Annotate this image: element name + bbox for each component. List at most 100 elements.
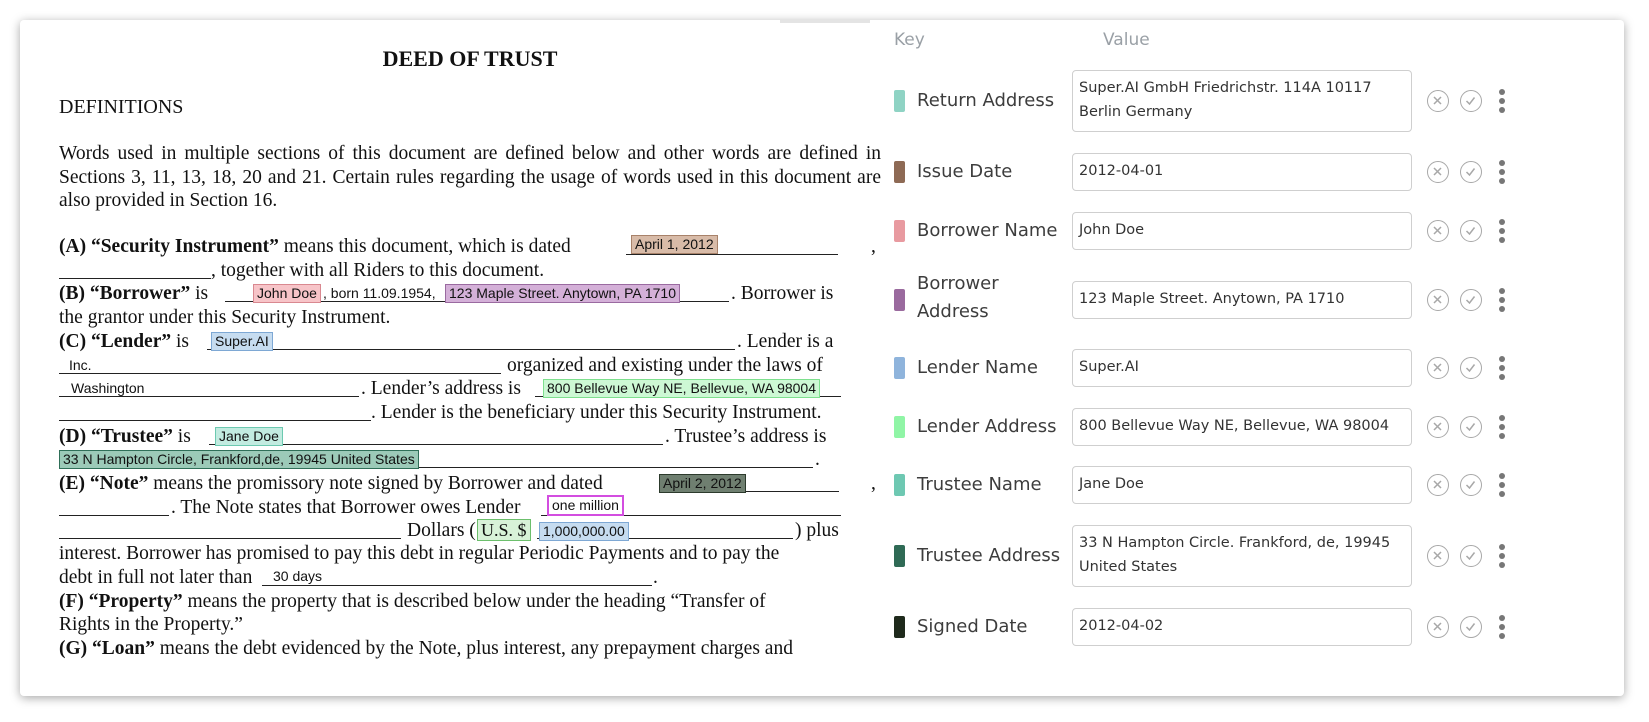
field-key-label: Issue Date — [917, 161, 1013, 182]
lender-entity-type: Inc. — [69, 357, 92, 373]
field-row-issue-date: Issue Date 2012-04-01 — [894, 153, 1614, 191]
app-window: DEED OF TRUST DEFINITIONS Words used in … — [20, 20, 1624, 696]
more-options-icon[interactable] — [1499, 473, 1505, 497]
reject-icon[interactable] — [1427, 357, 1449, 379]
clause-g-label: (G) “Loan” — [59, 638, 155, 659]
accept-icon[interactable] — [1460, 416, 1482, 438]
value-column-header: Value — [1103, 30, 1150, 50]
section-heading: DEFINITIONS — [59, 96, 184, 118]
highlight-signed-date[interactable]: April 2, 2012 — [659, 474, 746, 493]
clause-g-line1: (G) “Loan” means the debt evidenced by t… — [59, 638, 793, 659]
color-swatch — [894, 90, 905, 112]
field-value-input[interactable]: John Doe — [1072, 212, 1412, 250]
field-value-input[interactable]: 800 Bellevue Way NE, Bellevue, WA 98004 — [1072, 408, 1412, 446]
field-value-input[interactable]: 123 Maple Street. Anytown, PA 1710 — [1072, 281, 1412, 319]
clause-d-line2: 33 N Hampton Circle, Frankford,de, 19945… — [59, 448, 881, 472]
clause-c-line1: (C) “Lender” is Super.AI . Lender is a — [59, 330, 834, 352]
more-options-icon[interactable] — [1499, 544, 1505, 568]
more-options-icon[interactable] — [1499, 615, 1505, 639]
clause-c-line4: . Lender is the beneficiary under this S… — [59, 401, 881, 425]
more-options-icon[interactable] — [1499, 415, 1505, 439]
clause-c-label: (C) “Lender” — [59, 331, 172, 352]
clause-b-line2: the grantor under this Security Instrume… — [59, 307, 391, 328]
reject-icon[interactable] — [1427, 90, 1449, 112]
accept-icon[interactable] — [1460, 545, 1482, 567]
field-value-input[interactable]: 2012-04-02 — [1072, 608, 1412, 646]
field-key-label: Signed Date — [917, 616, 1028, 637]
accept-icon[interactable] — [1460, 220, 1482, 242]
accept-icon[interactable] — [1460, 90, 1482, 112]
more-options-icon[interactable] — [1499, 89, 1505, 113]
field-key-label: Trustee Name — [917, 474, 1042, 495]
reject-icon[interactable] — [1427, 220, 1449, 242]
clause-a-text: means this document, which is dated — [278, 236, 571, 257]
clause-e-line1: (E) “Note” means the promissory note sig… — [59, 473, 876, 494]
clause-f-label: (F) “Property” — [59, 591, 183, 612]
field-value-input[interactable]: 33 N Hampton Circle. Frankford, de, 1994… — [1072, 525, 1412, 587]
color-swatch — [894, 357, 905, 379]
field-key-label: Borrower Name — [917, 220, 1058, 241]
field-value-input[interactable]: Super.AI — [1072, 349, 1412, 387]
color-swatch — [894, 416, 905, 438]
accept-icon[interactable] — [1460, 289, 1482, 311]
blank-line — [59, 259, 211, 279]
more-options-icon[interactable] — [1499, 288, 1505, 312]
reject-icon[interactable] — [1427, 545, 1449, 567]
field-row-lender-address: Lender Address 800 Bellevue Way NE, Belle… — [894, 408, 1614, 446]
clause-e-line4: interest. Borrower has promised to pay t… — [59, 543, 780, 564]
highlight-borrower-address[interactable]: 123 Maple Street. Anytown, PA 1710 — [445, 284, 681, 303]
highlight-borrower-name[interactable]: John Doe — [253, 284, 321, 303]
intro-paragraph: Words used in multiple sections of this … — [59, 143, 881, 211]
clause-b-text2: . Borrower is — [731, 283, 834, 304]
field-row-borrower-name: Borrower Name John Doe — [894, 212, 1614, 250]
field-value-input[interactable]: 2012-04-01 — [1072, 153, 1412, 191]
blank-line — [59, 496, 169, 516]
field-row-trustee-name: Trustee Name Jane Doe — [894, 466, 1614, 504]
reject-icon[interactable] — [1427, 474, 1449, 496]
reject-icon[interactable] — [1427, 416, 1449, 438]
more-options-icon[interactable] — [1499, 356, 1505, 380]
lender-state: Washington — [71, 380, 145, 396]
color-swatch — [894, 545, 905, 567]
clause-a-line1: (A) “Security Instrument” means this doc… — [59, 235, 881, 259]
clause-d-line1: (D) “Trustee” is Jane Doe . Trustee’s ad… — [59, 426, 827, 447]
highlight-amount[interactable]: 1,000,000.00 — [539, 522, 629, 541]
color-swatch — [894, 616, 905, 638]
field-row-borrower-address: Borrower Address 123 Maple Street. Anytow… — [894, 270, 1614, 330]
field-key-label: Return Address — [917, 90, 1055, 111]
reject-icon[interactable] — [1427, 616, 1449, 638]
accept-icon[interactable] — [1460, 474, 1482, 496]
field-row-trustee-address: Trustee Address 33 N Hampton Circle. Fran… — [894, 525, 1614, 587]
reject-icon[interactable] — [1427, 289, 1449, 311]
highlight-amount-words[interactable]: one million — [547, 495, 624, 516]
highlight-trustee-address[interactable]: 33 N Hampton Circle, Frankford,de, 19945… — [59, 450, 419, 469]
blank-line — [207, 330, 735, 350]
key-column-header: Key — [894, 30, 925, 50]
document-title: DEED OF TRUST — [382, 46, 558, 71]
clause-c-line3: Washington . Lender’s address is 800 Bel… — [59, 377, 881, 401]
accept-icon[interactable] — [1460, 616, 1482, 638]
accept-icon[interactable] — [1460, 161, 1482, 183]
highlight-trustee-name[interactable]: Jane Doe — [215, 427, 283, 446]
reject-icon[interactable] — [1427, 161, 1449, 183]
clause-c-line2: Inc. organized and existing under the la… — [59, 354, 881, 378]
field-key-label: Lender Name — [917, 357, 1038, 378]
field-value-input[interactable]: Jane Doe — [1072, 466, 1412, 504]
highlight-currency[interactable]: U.S. $ — [477, 519, 531, 541]
accept-icon[interactable] — [1460, 357, 1482, 379]
color-swatch — [894, 161, 905, 183]
highlight-lender-address[interactable]: 800 Bellevue Way NE, Bellevue, WA 98004 — [543, 379, 821, 398]
document-page: DEED OF TRUST DEFINITIONS Words used in … — [59, 20, 881, 696]
clause-a-line2: , together with all Riders to this docum… — [59, 259, 881, 283]
more-options-icon[interactable] — [1499, 160, 1505, 184]
key-value-panel: Key Value Return Address Super.AI GmbH Fr… — [876, 20, 1624, 696]
color-swatch — [894, 474, 905, 496]
field-value-input[interactable]: Super.AI GmbH Friedrichstr. 114A 10117 B… — [1072, 70, 1412, 132]
clause-a-text2: , together with all Riders to this docum… — [211, 260, 545, 281]
highlight-lender-name[interactable]: Super.AI — [211, 332, 273, 351]
more-options-icon[interactable] — [1499, 219, 1505, 243]
field-key-label: Lender Address — [917, 416, 1057, 437]
highlight-issue-date[interactable]: April 1, 2012 — [631, 235, 718, 254]
field-key-label: Borrower Address — [917, 273, 999, 322]
field-key-label: Trustee Address — [917, 545, 1061, 566]
